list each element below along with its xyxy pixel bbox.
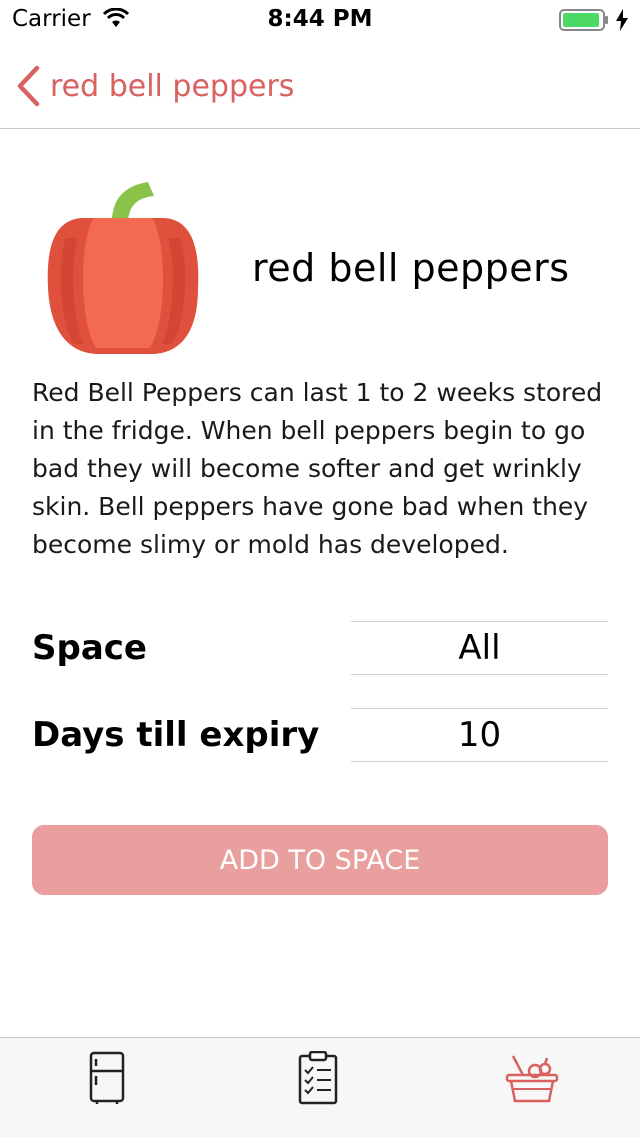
chevron-left-icon	[17, 65, 40, 107]
checklist-icon	[298, 1051, 338, 1105]
basket-icon	[505, 1055, 559, 1103]
space-field[interactable]: All	[351, 621, 608, 675]
red-bell-pepper-icon	[44, 178, 202, 362]
tab-fridge[interactable]	[77, 1048, 137, 1108]
status-time: 8:44 PM	[267, 6, 373, 32]
navigation-bar: red bell peppers	[0, 40, 640, 129]
tab-checklist[interactable]	[288, 1048, 348, 1108]
charging-icon	[616, 9, 628, 35]
item-description: Red Bell Peppers can last 1 to 2 weeks s…	[32, 378, 603, 559]
back-label: red bell peppers	[50, 68, 295, 104]
item-title: red bell peppers	[252, 246, 570, 290]
status-bar: Carrier 8:44 PM	[0, 0, 640, 40]
add-to-space-button[interactable]: ADD TO SPACE	[32, 825, 608, 895]
expiry-label: Days till expiry	[32, 715, 320, 755]
back-button[interactable]: red bell peppers	[16, 64, 294, 108]
tab-bar	[0, 1037, 640, 1137]
fridge-icon	[89, 1051, 125, 1104]
expiry-field[interactable]: 10	[351, 708, 608, 762]
battery-icon	[559, 9, 609, 35]
tab-basket[interactable]	[502, 1048, 562, 1108]
space-label: Space	[32, 628, 147, 668]
